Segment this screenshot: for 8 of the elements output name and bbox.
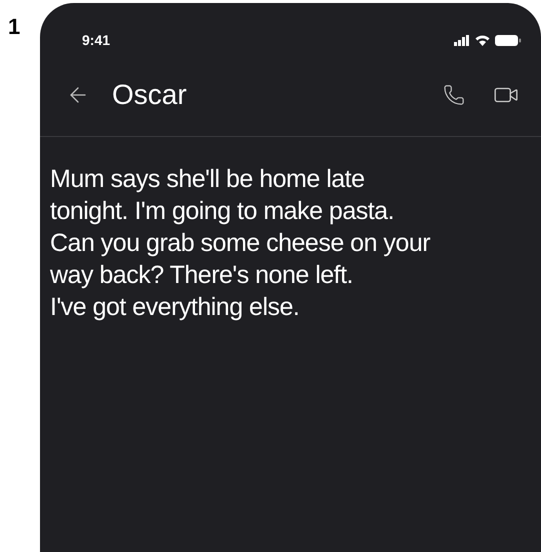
signal-icon [454, 34, 470, 46]
battery-icon [495, 34, 521, 46]
question-number: 1 [8, 14, 20, 39]
status-time: 9:41 [82, 30, 110, 50]
contact-name: Oscar [112, 78, 187, 112]
call-button[interactable] [443, 84, 465, 106]
wifi-icon [475, 34, 490, 46]
message-text: Mum says she'll be home late tonight. I'm going to make pasta. Can you grab some cheese on your way back? There's none left. I've got everything else. [49, 164, 432, 323]
